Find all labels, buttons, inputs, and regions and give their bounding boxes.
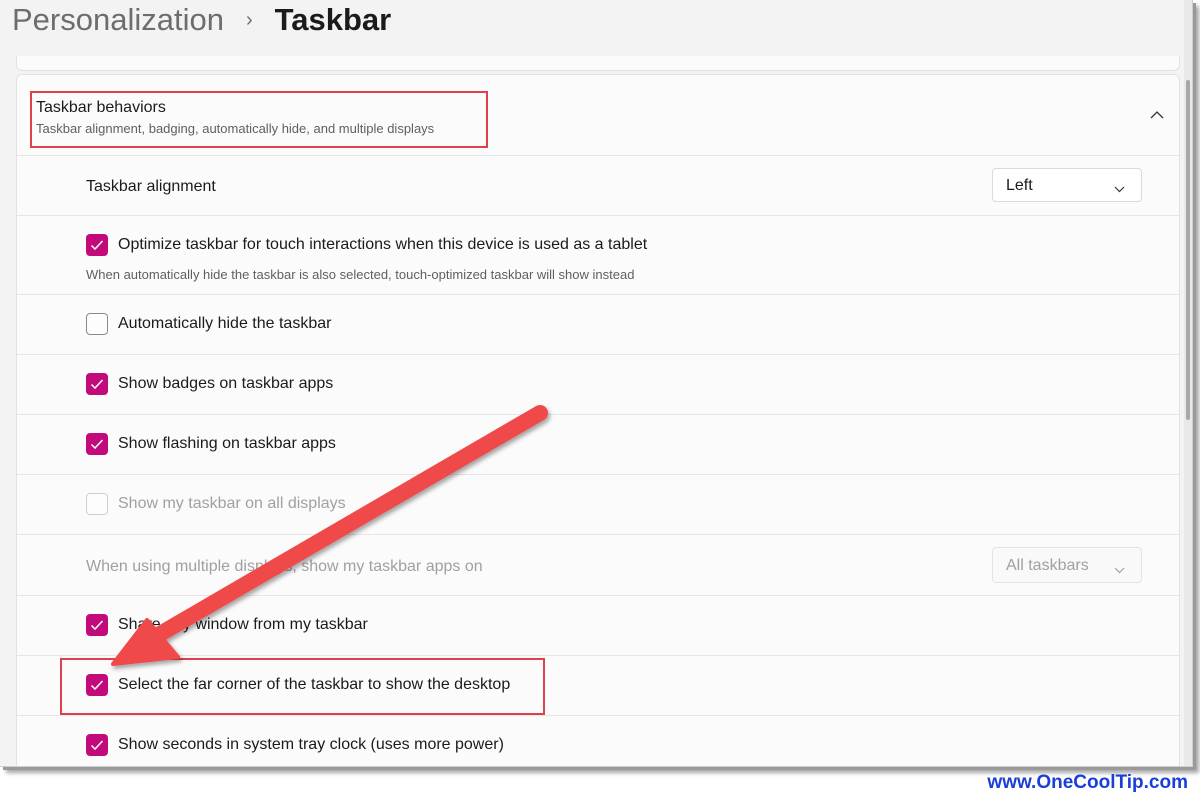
chevron-up-icon[interactable]: [1149, 107, 1165, 123]
chevron-down-icon: [1114, 561, 1125, 579]
share-window-checkbox[interactable]: [86, 614, 108, 636]
previous-section-card: [16, 56, 1180, 71]
touch-optimize-label: Optimize taskbar for touch interactions …: [118, 236, 648, 253]
scrollbar-thumb[interactable]: [1186, 80, 1190, 420]
watermark: www.OneCoolTip.com: [987, 772, 1188, 793]
far-corner-row: Select the far corner of the taskbar to …: [17, 656, 1179, 716]
all-displays-row: Show my taskbar on all displays: [17, 475, 1179, 535]
scrollbar[interactable]: [1184, 0, 1192, 766]
autohide-row: Automatically hide the taskbar: [17, 295, 1179, 355]
taskbar-behaviors-panel: Taskbar behaviors Taskbar alignment, bad…: [16, 74, 1180, 766]
multi-display-row: When using multiple displays, show my ta…: [17, 535, 1179, 596]
seconds-checkbox[interactable]: [86, 734, 108, 756]
flashing-label: Show flashing on taskbar apps: [118, 435, 336, 452]
breadcrumb: Personalization › Taskbar: [12, 0, 391, 40]
far-corner-checkbox[interactable]: [86, 674, 108, 696]
breadcrumb-separator-icon: ›: [245, 9, 253, 31]
seconds-row: Show seconds in system tray clock (uses …: [17, 716, 1179, 766]
seconds-label: Show seconds in system tray clock (uses …: [118, 736, 504, 753]
autohide-checkbox[interactable]: [86, 313, 108, 335]
badges-row: Show badges on taskbar apps: [17, 355, 1179, 415]
flashing-row: Show flashing on taskbar apps: [17, 415, 1179, 475]
share-window-label: Share any window from my taskbar: [118, 616, 368, 633]
breadcrumb-personalization[interactable]: Personalization: [12, 0, 224, 40]
taskbar-alignment-dropdown[interactable]: Left: [992, 168, 1142, 202]
flashing-checkbox[interactable]: [86, 433, 108, 455]
touch-optimize-description: When automatically hide the taskbar is a…: [86, 267, 635, 282]
taskbar-behaviors-header[interactable]: Taskbar behaviors Taskbar alignment, bad…: [17, 75, 1179, 156]
taskbar-alignment-value: Left: [1006, 177, 1033, 194]
all-displays-checkbox[interactable]: [86, 493, 108, 515]
chevron-down-icon: [1114, 180, 1125, 198]
section-subtitle: Taskbar alignment, badging, automaticall…: [36, 121, 435, 136]
all-displays-label: Show my taskbar on all displays: [118, 495, 346, 512]
badges-checkbox[interactable]: [86, 373, 108, 395]
taskbar-alignment-row: Taskbar alignment Left: [17, 156, 1179, 216]
multi-display-value: All taskbars: [1006, 557, 1089, 574]
taskbar-alignment-label: Taskbar alignment: [86, 178, 216, 195]
touch-optimize-row: Optimize taskbar for touch interactions …: [17, 216, 1179, 295]
share-window-row: Share any window from my taskbar: [17, 596, 1179, 656]
multi-display-dropdown[interactable]: All taskbars: [992, 547, 1142, 583]
multi-display-label: When using multiple displays, show my ta…: [86, 558, 483, 575]
autohide-label: Automatically hide the taskbar: [118, 315, 332, 332]
page-title: Taskbar: [274, 2, 392, 37]
settings-window: Personalization › Taskbar Taskbar behavi…: [0, 0, 1193, 767]
section-title: Taskbar behaviors: [36, 99, 166, 116]
touch-optimize-checkbox[interactable]: [86, 234, 108, 256]
far-corner-label: Select the far corner of the taskbar to …: [118, 676, 511, 693]
badges-label: Show badges on taskbar apps: [118, 375, 334, 392]
